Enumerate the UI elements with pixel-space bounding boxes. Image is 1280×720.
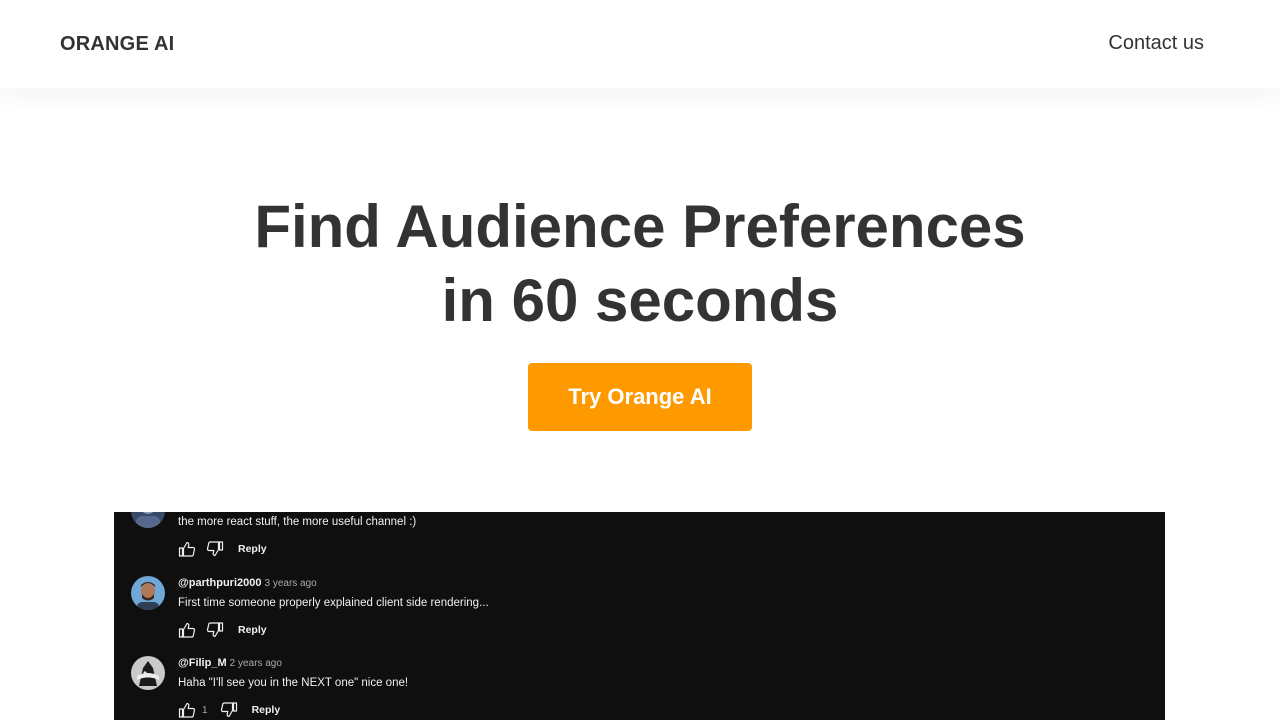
reply-button[interactable]: Reply xyxy=(252,704,281,716)
demo-video[interactable]: the more react stuff, the more useful ch… xyxy=(114,512,1165,720)
comment-actions: Reply xyxy=(178,541,267,557)
comment-meta: @Filip_M 2 years ago xyxy=(178,657,282,669)
contact-us-link[interactable]: Contact us xyxy=(1108,32,1204,55)
hero-title: Find Audience Preferences in 60 seconds xyxy=(0,190,1280,338)
comment-age[interactable]: 3 years ago xyxy=(264,578,316,589)
avatar xyxy=(131,512,165,528)
thumbs-down-icon[interactable] xyxy=(206,622,224,638)
hero-title-line-2: in 60 seconds xyxy=(441,267,839,334)
comment-text: First time someone properly explained cl… xyxy=(178,597,489,609)
thumbs-down-icon[interactable] xyxy=(220,702,238,718)
brand-logo[interactable]: ORANGE AI xyxy=(60,33,174,56)
thumbs-up-icon[interactable] xyxy=(178,622,196,638)
comment-actions: 1 Reply xyxy=(178,702,280,718)
try-orange-ai-button[interactable]: Try Orange AI xyxy=(528,363,752,431)
reply-button[interactable]: Reply xyxy=(238,543,267,555)
like-count: 1 xyxy=(202,704,208,716)
comment-age[interactable]: 2 years ago xyxy=(230,658,282,669)
thumbs-down-icon[interactable] xyxy=(206,541,224,557)
avatar xyxy=(131,576,165,610)
comment-actions: Reply xyxy=(178,622,267,638)
comment-text: Haha "I'll see you in the NEXT one" nice… xyxy=(178,677,409,689)
thumbs-up-icon[interactable] xyxy=(178,541,196,557)
hero-title-line-1: Find Audience Preferences xyxy=(254,193,1026,260)
comment-text: the more react stuff, the more useful ch… xyxy=(178,516,417,528)
thumbs-up-icon[interactable] xyxy=(178,702,196,718)
avatar xyxy=(131,656,165,690)
reply-button[interactable]: Reply xyxy=(238,624,267,636)
comment-author[interactable]: @parthpuri2000 xyxy=(178,577,261,589)
comment-author[interactable]: @Filip_M xyxy=(178,657,227,669)
comment-meta: @parthpuri2000 3 years ago xyxy=(178,577,317,589)
navbar: ORANGE AI Contact us xyxy=(0,0,1280,88)
